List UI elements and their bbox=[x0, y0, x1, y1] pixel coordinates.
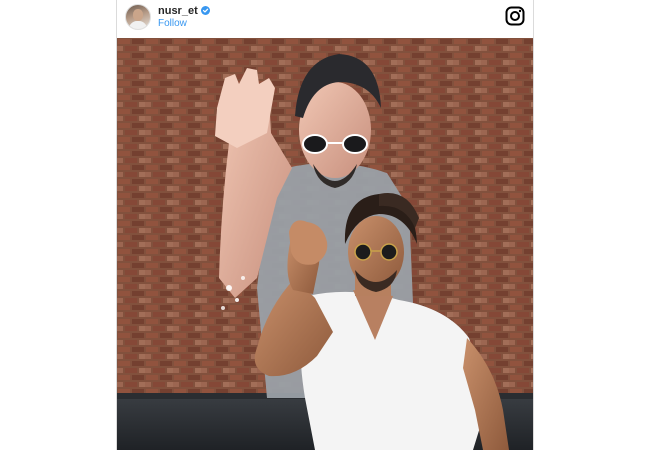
post-image bbox=[117, 38, 533, 450]
post-header: nusr_et Follow bbox=[117, 0, 533, 38]
post-photo[interactable] bbox=[117, 38, 533, 450]
instagram-icon[interactable] bbox=[505, 6, 525, 26]
follow-link[interactable]: Follow bbox=[158, 18, 187, 30]
username-row[interactable]: nusr_et bbox=[158, 5, 210, 18]
instagram-embed: nusr_et Follow bbox=[116, 0, 534, 450]
username[interactable]: nusr_et bbox=[158, 5, 198, 17]
avatar[interactable] bbox=[125, 4, 151, 30]
verified-badge-icon bbox=[200, 6, 210, 15]
